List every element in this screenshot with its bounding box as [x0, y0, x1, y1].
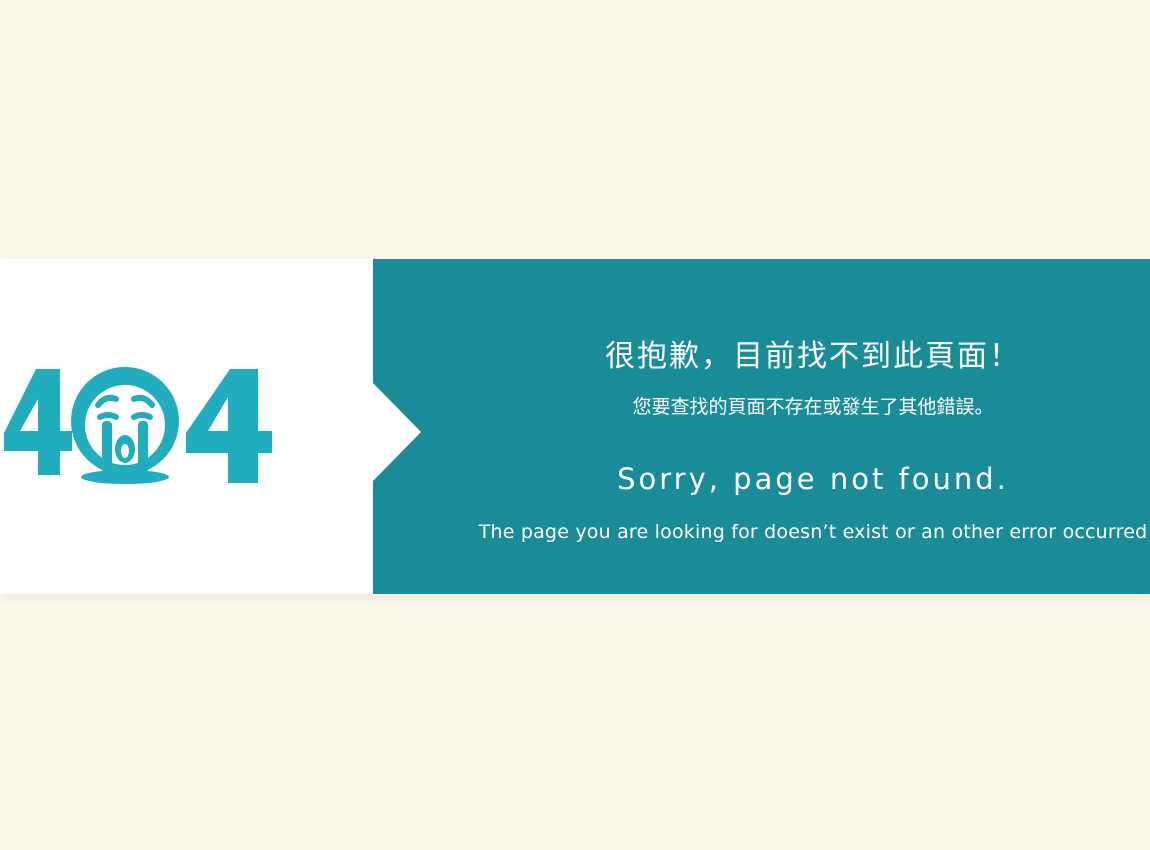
error-title-zh: 很抱歉，目前找不到此頁面！: [605, 339, 1021, 374]
error-page: 很抱歉，目前找不到此頁面！ 您要查找的頁面不存在或發生了其他錯誤。 Sorry,…: [0, 0, 1150, 850]
digit-four-right: [186, 369, 272, 483]
error-title-en: Sorry, page not found.: [617, 462, 1009, 496]
logo-404: [4, 367, 272, 484]
error-subtitle-en: The page you are looking for doesn’t exi…: [478, 521, 1148, 543]
digit-four-left: [4, 369, 72, 475]
arrow-notch: [373, 383, 421, 481]
error-banner: 很抱歉，目前找不到此頁面！ 您要查找的頁面不存在或發生了其他錯誤。 Sorry,…: [0, 259, 1150, 594]
crying-face-icon: [71, 367, 179, 484]
logo-panel: [0, 259, 373, 594]
error-subtitle-zh: 您要查找的頁面不存在或發生了其他錯誤。: [632, 396, 994, 418]
message-panel: 很抱歉，目前找不到此頁面！ 您要查找的頁面不存在或發生了其他錯誤。 Sorry,…: [373, 259, 1150, 594]
